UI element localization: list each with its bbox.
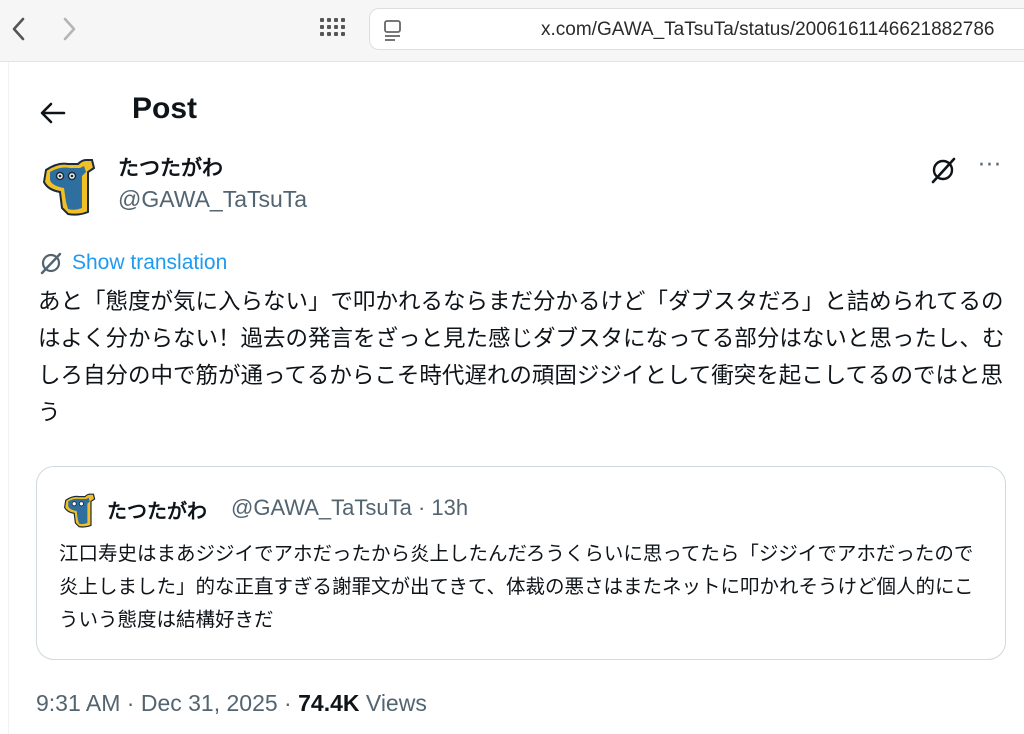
- more-options-button[interactable]: ···: [974, 152, 1006, 184]
- grid-icon[interactable]: [318, 16, 348, 46]
- quote-display-name: たつたがわ: [107, 499, 207, 523]
- arrow-left-icon[interactable]: [38, 98, 68, 128]
- reader-icon[interactable]: [382, 19, 404, 45]
- quote-text: 江口寿史はまあジジイでアホだったから炎上したんだろうくらいに思ってたら「ジジイで…: [59, 542, 974, 631]
- avatar[interactable]: [38, 158, 98, 218]
- timeline-border: [8, 62, 9, 734]
- address-bar[interactable]: x.com/GAWA_TaTsuTa/status/20061611466218…: [369, 8, 1024, 50]
- show-translation-label[interactable]: Show translation: [72, 251, 227, 275]
- quote-avatar: [61, 493, 97, 529]
- views-label: Views: [365, 690, 427, 716]
- url-text[interactable]: x.com/GAWA_TaTsuTa/status/20061611466218…: [541, 19, 994, 41]
- browser-toolbar: x.com/GAWA_TaTsuTa/status/20061611466218…: [0, 0, 1024, 62]
- quote-handle-time: @GAWA_TaTsuTa · 13h: [231, 495, 469, 520]
- meta-separator: ·: [120, 690, 141, 716]
- grok-icon: [38, 250, 64, 276]
- show-translation-link[interactable]: Show translation: [38, 250, 227, 276]
- author-handle[interactable]: @GAWA_TaTsuTa: [118, 186, 307, 213]
- tweet-text: あと「態度が気に入らない」で叩かれるならまだ分かるけど「ダブスタだろ」と詰められ…: [38, 289, 1005, 426]
- views-count: 74.4K: [298, 690, 360, 716]
- meta-separator: ·: [277, 690, 299, 716]
- post-meta: 9:31 AM · Dec 31, 2025 · 74.4K Views: [36, 690, 427, 717]
- quoted-post[interactable]: たつたがわ @GAWA_TaTsuTa · 13h 江口寿史はまあジジイでアホだ…: [36, 466, 1006, 660]
- chevron-left-icon[interactable]: [4, 14, 34, 44]
- page-title: Post: [132, 92, 198, 125]
- author-display-name[interactable]: たつたがわ: [118, 152, 223, 182]
- post-date[interactable]: Dec 31, 2025: [141, 690, 278, 716]
- grok-icon[interactable]: [928, 155, 958, 185]
- post-time[interactable]: 9:31 AM: [36, 690, 120, 716]
- chevron-right-icon[interactable]: [54, 14, 84, 44]
